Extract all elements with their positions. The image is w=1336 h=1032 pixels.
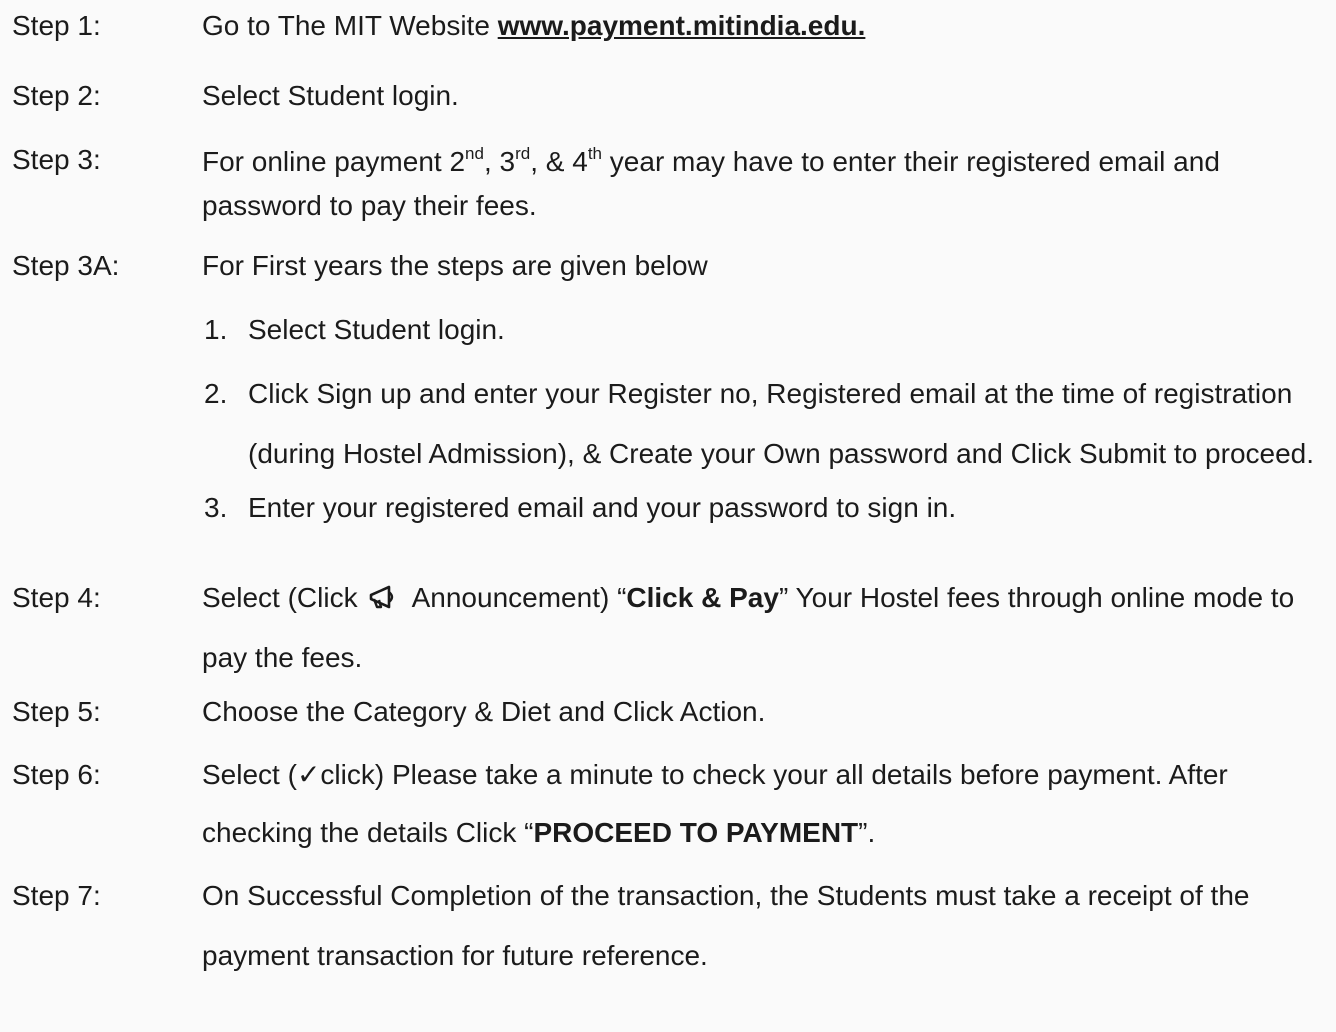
step-5: Step 5: Choose the Category & Diet and C…	[12, 692, 1316, 732]
step-label: Step 4:	[12, 582, 101, 613]
step-text: For First years the steps are given belo…	[202, 250, 708, 281]
step-text: Go to The MIT Website www.payment.mitind…	[202, 6, 1316, 46]
list-item-number: 3.	[204, 492, 228, 523]
list-item-number: 2.	[204, 378, 228, 409]
step-2: Step 2: Select Student login.	[12, 76, 1316, 116]
step-text-part: Select (Click	[202, 582, 366, 613]
step-label: Step 1:	[12, 10, 101, 41]
click-and-pay-label: Click & Pay	[626, 582, 779, 613]
first-year-steps-list: 1. Select Student login. 2. Click Sign u…	[12, 310, 1316, 528]
list-item: 2. Click Sign up and enter your Register…	[204, 364, 1316, 484]
website-link[interactable]: www.payment.mitindia.edu.	[498, 10, 866, 41]
step-1: Step 1: Go to The MIT Website www.paymen…	[12, 6, 1316, 46]
list-item: 1. Select Student login.	[204, 310, 1316, 350]
step-text: Select Student login.	[202, 80, 459, 111]
ordinal-suffix: th	[587, 143, 603, 163]
step-text-part: Select (	[202, 759, 297, 790]
list-item-text: Select Student login.	[248, 314, 505, 345]
step-text-part: ”.	[858, 817, 876, 848]
step-text: Choose the Category & Diet and Click Act…	[202, 696, 766, 727]
step-3: Step 3: For online payment 2nd, 3rd, & 4…	[12, 140, 1316, 228]
step-7: Step 7: On Successful Completion of the …	[12, 866, 1316, 986]
step-text: On Successful Completion of the transact…	[202, 880, 1250, 971]
step-4: Step 4: Select (Click Announcement) “Cli…	[12, 568, 1316, 688]
ordinal-suffix: nd	[465, 143, 484, 163]
step-label: Step 2:	[12, 80, 101, 111]
step-text: For online payment 2nd, 3rd, & 4th year …	[202, 140, 1316, 228]
list-item-text: Click Sign up and enter your Register no…	[248, 378, 1315, 469]
step-6: Step 6: Select (✓click) Please take a mi…	[12, 746, 1316, 862]
step-text-part: Announcement) “	[405, 582, 627, 613]
step-text-part: For online payment 2	[202, 146, 466, 177]
list-item-number: 1.	[204, 314, 228, 345]
step-label: Step 3:	[12, 144, 101, 175]
step-3a: Step 3A: For First years the steps are g…	[12, 246, 1316, 286]
instructions-page: Step 1: Go to The MIT Website www.paymen…	[0, 0, 1336, 1032]
proceed-to-payment-label: PROCEED TO PAYMENT	[533, 817, 859, 848]
megaphone-icon	[365, 571, 405, 609]
list-item: 3. Enter your registered email and your …	[204, 488, 1316, 528]
step-label: Step 5:	[12, 696, 101, 727]
step-text: Select (✓click) Please take a minute to …	[202, 746, 1316, 862]
step-label: Step 7:	[12, 880, 101, 911]
list-item-text: Enter your registered email and your pas…	[248, 492, 957, 523]
step-text-part: , 3	[483, 146, 516, 177]
check-icon: ✓	[296, 758, 321, 791]
step-label: Step 3A:	[12, 250, 120, 281]
step-text-part: Go to The MIT Website	[202, 10, 498, 41]
ordinal-suffix: rd	[515, 143, 531, 163]
step-text: Select (Click Announcement) “Click & Pay…	[202, 568, 1316, 688]
step-label: Step 6:	[12, 759, 101, 790]
step-text-part: , & 4	[530, 146, 588, 177]
